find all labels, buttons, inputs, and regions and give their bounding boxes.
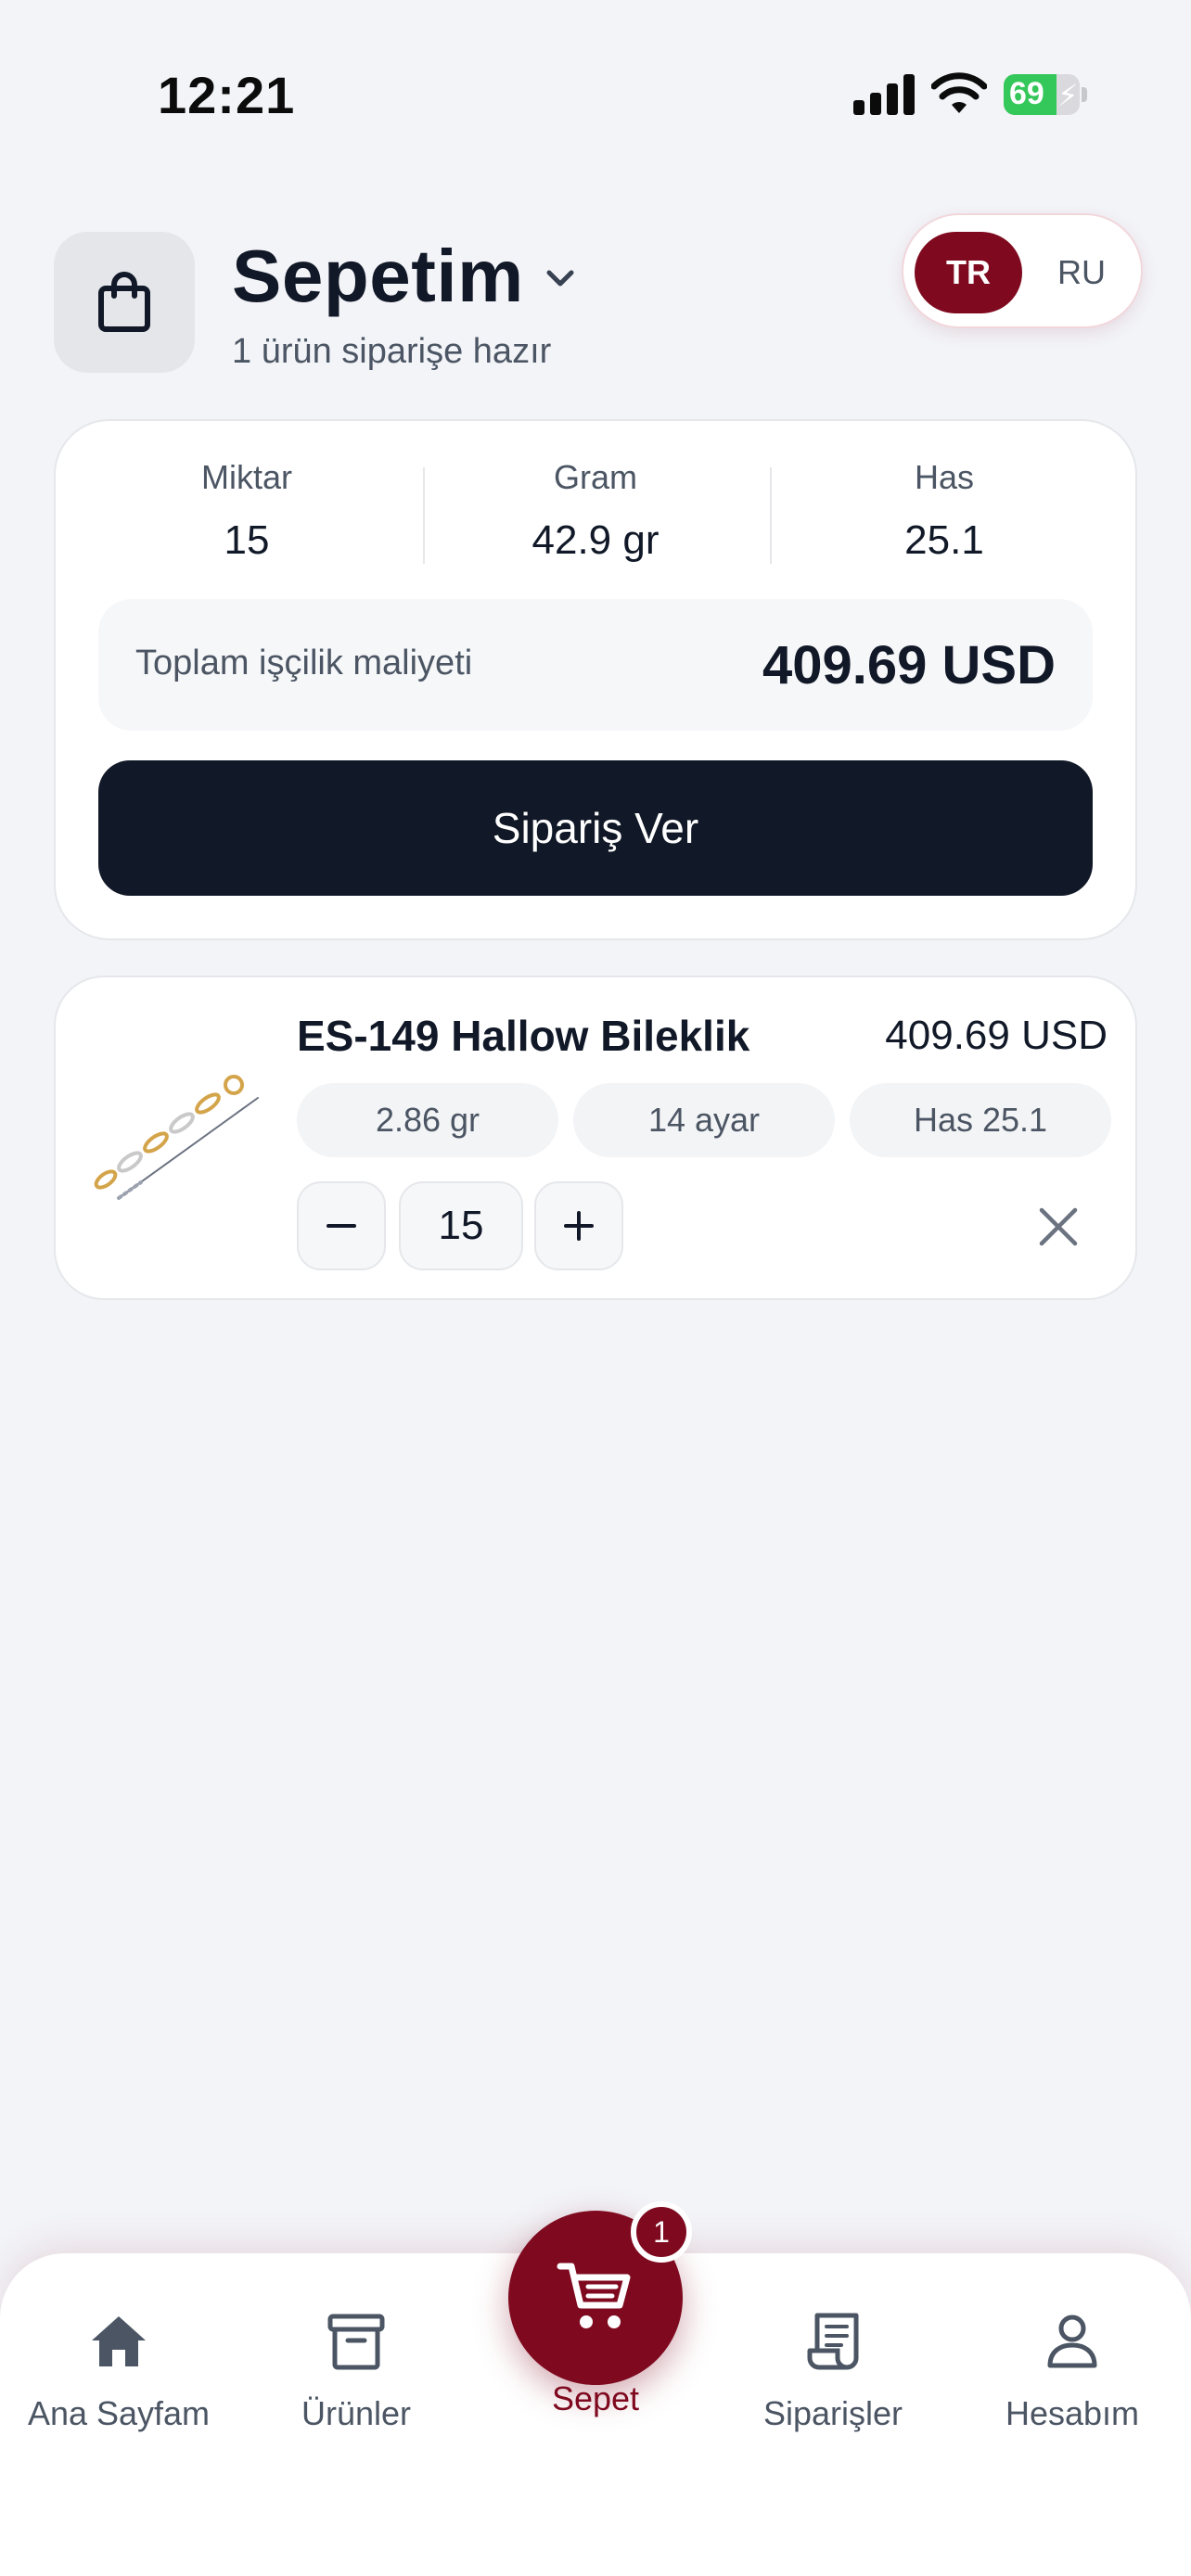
stat-label: Miktar [201,458,292,496]
nav-item-orders[interactable]: Siparişler [714,2309,952,2433]
cart-icon [557,2263,631,2328]
cart-summary-card: Miktar 15 Gram 42.9 gr Has 25.1 Toplam i… [54,419,1137,940]
stat-value: 42.9 gr [531,517,660,563]
nav-item-products[interactable]: Ürünler [237,2309,475,2433]
close-icon [1039,1207,1078,1246]
product-image [94,1075,259,1200]
language-toggle: TR RU [902,213,1143,328]
page-title: Sepetim [232,235,524,317]
stat-divider [770,467,772,564]
cart-count-badge: 1 [631,2201,692,2263]
charging-bolt-icon: ⚡ [1057,79,1079,112]
labor-cost-label: Toplam işçilik maliyeti [135,644,473,682]
nav-label: Siparişler [762,2394,903,2432]
product-weight-chip: 2.86 gr [297,1083,558,1157]
language-option-tr[interactable]: TR [915,232,1022,313]
battery-icon: 69 ⚡ [1004,74,1087,115]
stat-value: 15 [224,517,270,563]
page-subtitle: 1 ürün siparişe hazır [232,332,552,371]
stat-gram: Gram 42.9 gr [438,458,753,564]
stat-label: Gram [554,458,637,496]
home-icon [92,2316,146,2366]
place-order-button[interactable]: Sipariş Ver [98,760,1093,896]
nav-label: Hesabım [1005,2394,1140,2432]
status-bar: 12:21 69 ⚡ [0,0,1191,185]
nav-item-home[interactable]: Ana Sayfam [0,2309,237,2433]
nav-label: Ürünler [301,2394,412,2432]
battery-percent: 69 [1009,76,1044,111]
quantity-decrease-button[interactable] [297,1181,386,1270]
remove-item-button[interactable] [1031,1200,1085,1254]
nav-label: Ana Sayfam [27,2394,211,2432]
user-icon [1047,2315,1097,2368]
stat-divider [423,467,425,564]
nav-label-cart: Sepet [551,2379,640,2417]
wifi-icon [931,72,987,113]
archive-box-icon [327,2314,385,2370]
product-has-chip: Has 25.1 [850,1083,1111,1157]
plus-icon [564,1211,594,1241]
quantity-increase-button[interactable] [534,1181,623,1270]
labor-cost-box: Toplam işçilik maliyeti 409.69 USD [98,599,1093,731]
stat-label: Has [914,458,975,496]
chevron-down-icon[interactable] [540,258,581,299]
status-time: 12:21 [158,66,296,124]
stat-quantity: Miktar 15 [89,458,404,564]
language-option-ru[interactable]: RU [1028,232,1135,313]
product-price: 409.69 USD [885,1013,1108,1058]
signal-icon [853,74,915,115]
stat-has: Has 25.1 [787,458,1102,564]
product-title: ES-149 Hallow Bileklik [297,1012,750,1060]
stat-value: 25.1 [904,517,984,563]
cart-item-card: ES-149 Hallow Bileklik 409.69 USD 2.86 g… [54,976,1137,1300]
receipt-icon [807,2313,859,2370]
labor-cost-value: 409.69 USD [762,635,1056,695]
quantity-value[interactable]: 15 [399,1181,523,1270]
shopping-bag-tile [54,232,195,373]
nav-item-account[interactable]: Hesabım [954,2309,1191,2433]
product-karat-chip: 14 ayar [573,1083,835,1157]
shopping-bag-icon [98,272,150,332]
minus-icon [327,1224,356,1228]
